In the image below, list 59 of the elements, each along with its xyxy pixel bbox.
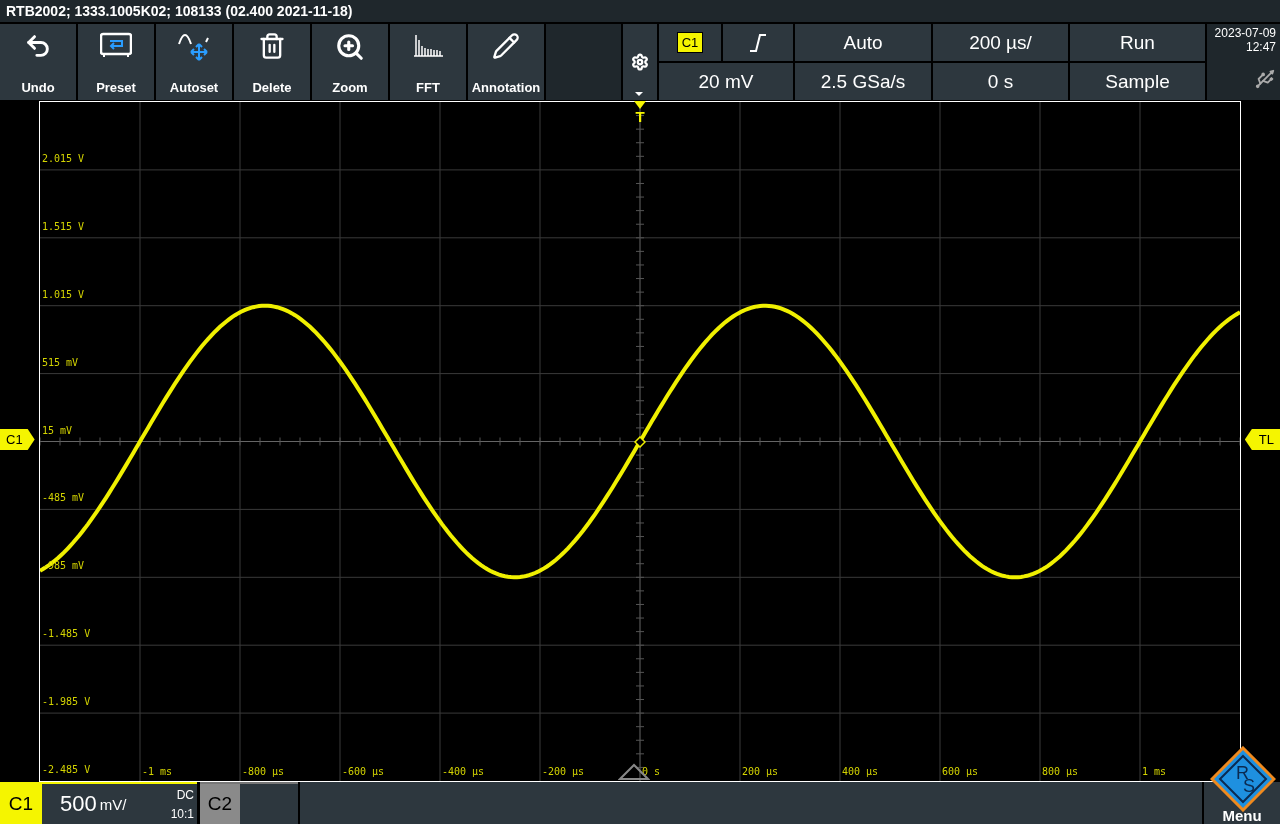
toolbar-button[interactable]: Autoset [156,24,232,100]
trigger-level-button[interactable]: 20 mV [659,63,793,100]
settings-icon [631,53,649,71]
x-axis-label: -1 ms [142,766,173,777]
y-axis-label: -485 mV [42,492,85,504]
slope-icon [748,32,768,53]
zoom-icon [335,32,365,62]
x-axis-label: 1 ms [1142,766,1167,777]
y-axis-label: 1.015 V [42,288,85,300]
toolbar-button[interactable]: FFT [390,24,466,100]
x-axis-label: -800 µs [242,766,285,777]
x-axis-label: 600 µs [942,766,979,777]
usb-icon [1254,68,1276,90]
y-axis-label: -1.985 V [42,696,91,708]
spectrum-icon [412,32,444,58]
trigger-marker[interactable]: T [635,110,645,124]
arrow-icon [633,100,647,110]
trigger-mode-button[interactable]: Auto [795,24,931,61]
undo-icon [24,32,52,60]
trigger-slope-button[interactable] [723,24,793,61]
sample-rate-button[interactable]: 2.5 GSa/s [795,63,931,100]
trigger-source-button[interactable]: C1 [659,24,721,61]
x-axis-label: 800 µs [1042,766,1079,777]
x-axis-label: -200 µs [542,766,585,777]
x-axis-label: -400 µs [442,766,485,777]
toolbar-button[interactable]: Zoom [312,24,388,100]
preset-icon [100,32,132,58]
y-axis-label: 2.015 V [42,152,85,164]
y-axis-label: 15 mV [42,424,73,436]
settings-button[interactable] [623,24,657,100]
pencil-icon [492,32,520,60]
toolbar-button[interactable]: Preset [78,24,154,100]
y-axis-label: -1.485 V [42,628,91,640]
window-title: RTB2002; 1333.1005K02; 108133 (02.400 2021-11-18) [0,0,1280,22]
acquisition-button[interactable]: Sample [1070,63,1205,100]
y-axis-label: 515 mV [42,356,79,368]
trigger-level-marker[interactable]: TL [1244,429,1280,450]
y-axis-label: 1.515 V [42,220,85,232]
autoset-icon [177,32,211,62]
toolbar-button[interactable]: Undo [0,24,76,100]
y-axis-label: -2.485 V [42,764,91,775]
x-axis-label: -600 µs [342,766,385,777]
run-button[interactable]: Run [1070,24,1205,61]
toolbar-button[interactable]: Delete [234,24,310,100]
toolbar-button[interactable]: Annotation [468,24,544,100]
channel-marker[interactable]: C1 [0,429,35,450]
channel-tab[interactable]: C2 [200,782,298,824]
trash-icon [258,32,286,60]
timebase-button[interactable]: 200 µs/ [933,24,1068,61]
trigger-point-icon [634,435,646,448]
time-text: 12:47 [1245,40,1276,54]
channel-tab[interactable]: C1 500 mV/ DC 10:1 [0,782,197,824]
x-axis-label: 0 s [642,766,661,777]
x-axis-label: 200 µs [742,766,779,777]
logo-icon: R S [1210,746,1276,812]
x-axis-label: 400 µs [842,766,879,777]
date-text: 2023-07-09 [1214,26,1276,40]
position-button[interactable]: 0 s [933,63,1068,100]
trigger-position-icon [618,763,650,781]
